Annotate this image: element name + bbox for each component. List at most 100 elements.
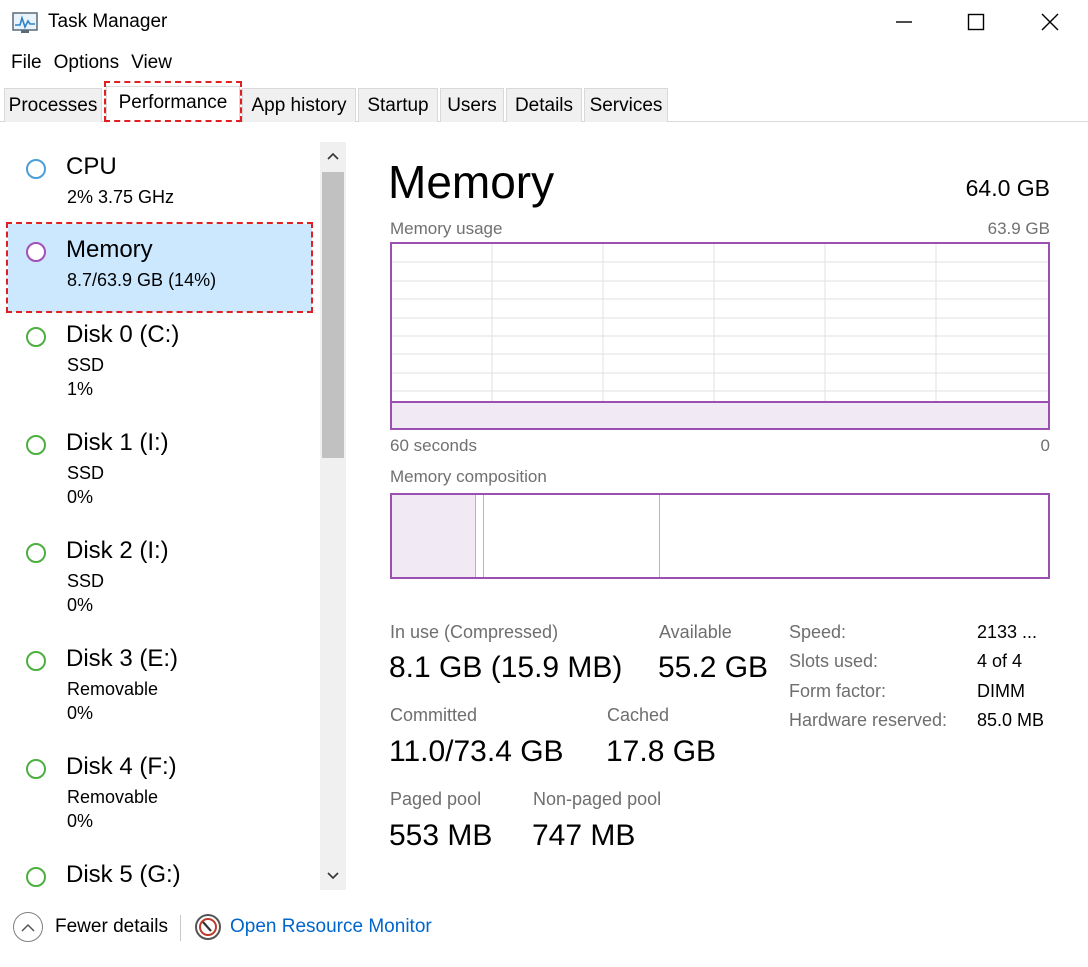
resource-detail: Removable [67, 679, 159, 699]
menu-options[interactable]: Options [50, 46, 127, 80]
resource-name: Disk 0 (C:) [66, 321, 180, 348]
resource-detail: SSD [67, 571, 105, 591]
tab-startup[interactable]: Startup [358, 88, 438, 122]
cached-value: 17.8 GB [606, 735, 717, 768]
resource-detail: Removable [67, 787, 159, 807]
open-resource-monitor-link[interactable]: Open Resource Monitor [230, 916, 432, 938]
maximize-icon [967, 13, 985, 31]
minimize-icon [896, 21, 912, 23]
resource-item-disk-1[interactable]: Disk 1 (I:) SSD 0% [8, 427, 312, 531]
memory-status-icon [26, 242, 46, 262]
time-axis-right: 0 [1040, 436, 1050, 455]
in-use-label: In use (Compressed) [390, 622, 559, 642]
resource-name: Disk 2 (I:) [66, 537, 169, 564]
memory-usage-graph [390, 242, 1050, 430]
chevron-down-icon [327, 872, 339, 880]
resource-name: Memory [66, 236, 153, 263]
spec-value-speed: 2133 ... [977, 622, 1038, 642]
spec-label-hardware-reserved: Hardware reserved: [789, 710, 948, 730]
committed-label: Committed [390, 705, 478, 725]
resource-name: Disk 1 (I:) [66, 429, 169, 456]
scroll-up-button[interactable] [320, 142, 346, 170]
maximize-button[interactable] [940, 0, 1012, 44]
fewer-details-toggle[interactable] [13, 912, 43, 942]
resource-name: CPU [66, 153, 117, 180]
resource-item-disk-4[interactable]: Disk 4 (F:) Removable 0% [8, 751, 312, 855]
spec-value-slots: 4 of 4 [977, 651, 1023, 671]
spec-value-form-factor: DIMM [977, 681, 1025, 701]
disk-status-icon [26, 867, 46, 887]
resource-detail: 0% [67, 487, 94, 507]
available-label: Available [659, 622, 732, 642]
memory-usage-label: Memory usage [390, 219, 503, 238]
resource-item-cpu[interactable]: CPU 2% 3.75 GHz [8, 145, 312, 225]
time-axis-left: 60 seconds [390, 436, 477, 455]
spec-value-hardware-reserved: 85.0 MB [977, 710, 1045, 730]
window-title: Task Manager [48, 11, 168, 32]
menu-file[interactable]: File [0, 46, 50, 80]
resource-monitor-icon[interactable] [194, 913, 222, 941]
resource-detail: 2% 3.75 GHz [67, 187, 175, 207]
cached-label: Cached [607, 705, 670, 725]
composition-modified [477, 495, 484, 577]
resource-detail: 0% [67, 595, 94, 615]
resource-item-disk-2[interactable]: Disk 2 (I:) SSD 0% [8, 535, 312, 639]
spec-label-speed: Speed: [789, 622, 847, 642]
composition-free [661, 495, 1048, 577]
tab-app-history[interactable]: App history [242, 88, 356, 122]
chevron-up-icon [327, 152, 339, 160]
footer-divider [180, 915, 181, 941]
chevron-up-icon [21, 923, 35, 932]
menu-bar: File Options View [0, 46, 180, 80]
minimize-button[interactable] [868, 0, 940, 44]
resource-detail: 0% [67, 811, 94, 831]
footer-bar: Fewer details Open Resource Monitor [0, 905, 1088, 955]
spec-label-form-factor: Form factor: [789, 681, 887, 701]
memory-composition-bar [390, 493, 1050, 579]
memory-usage-max: 63.9 GB [987, 219, 1050, 238]
resource-name: Disk 4 (F:) [66, 753, 177, 780]
resource-detail: 1% [67, 379, 94, 399]
resource-item-disk-3[interactable]: Disk 3 (E:) Removable 0% [8, 643, 312, 747]
memory-usage-area [392, 402, 1048, 428]
available-value: 55.2 GB [658, 651, 769, 684]
resource-detail: 0% [67, 703, 94, 723]
memory-total: 64.0 GB [965, 175, 1050, 201]
tab-users[interactable]: Users [440, 88, 504, 122]
spec-label-slots: Slots used: [789, 651, 879, 671]
composition-in-use [392, 495, 476, 577]
fewer-details-link[interactable]: Fewer details [55, 916, 168, 938]
paged-pool-label: Paged pool [390, 789, 482, 809]
disk-status-icon [26, 759, 46, 779]
resource-item-disk-0[interactable]: Disk 0 (C:) SSD 1% [8, 319, 312, 423]
resource-detail: SSD [67, 355, 105, 375]
task-manager-icon [12, 12, 38, 33]
resource-item-memory[interactable]: Memory 8.7/63.9 GB (14%) [8, 224, 312, 312]
tab-details[interactable]: Details [506, 88, 582, 122]
title-bar: Task Manager [0, 0, 1088, 44]
scroll-down-button[interactable] [320, 862, 346, 890]
scroll-thumb[interactable] [322, 172, 344, 458]
paged-pool-value: 553 MB [389, 819, 493, 852]
cpu-status-icon [26, 159, 46, 179]
committed-value: 11.0/73.4 GB [389, 735, 564, 768]
tab-performance[interactable]: Performance [106, 86, 240, 123]
disk-status-icon [26, 327, 46, 347]
memory-usage-chart [392, 244, 1048, 428]
in-use-value: 8.1 GB (15.9 MB) [389, 651, 623, 684]
disk-status-icon [26, 435, 46, 455]
menu-view[interactable]: View [127, 46, 180, 80]
resource-list: CPU 2% 3.75 GHz Memory 8.7/63.9 GB (14%)… [0, 123, 348, 896]
tab-bar: Processes Performance App history Startu… [0, 86, 1088, 123]
graph-grid [392, 244, 1048, 428]
nonpaged-pool-value: 747 MB [532, 819, 636, 852]
tab-services[interactable]: Services [584, 88, 668, 122]
close-icon [1041, 13, 1059, 31]
tab-processes[interactable]: Processes [4, 88, 102, 122]
resource-name: Disk 3 (E:) [66, 645, 179, 672]
resource-detail: 8.7/63.9 GB (14%) [67, 270, 217, 290]
close-button[interactable] [1014, 0, 1086, 44]
resource-detail: SSD [67, 463, 105, 483]
resource-list-scrollbar[interactable] [320, 142, 346, 890]
resource-item-disk-5[interactable]: Disk 5 (G:) [8, 859, 312, 896]
